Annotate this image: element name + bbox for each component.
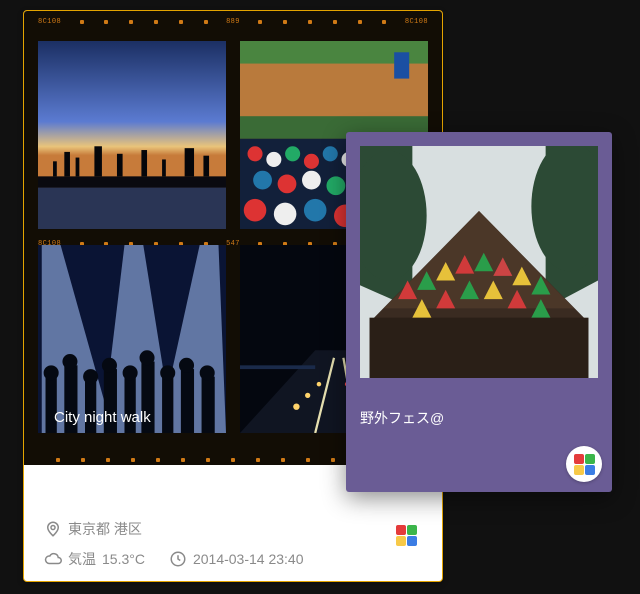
festival-tent-photo (360, 146, 598, 378)
sunset-skyline-photo (38, 41, 226, 229)
film-mark: 8C108 (38, 18, 61, 26)
datetime-label: 2014-03-14 23:40 (193, 551, 304, 567)
clock-icon (169, 550, 187, 568)
overlay-card-caption: 野外フェス@ (360, 408, 598, 428)
weather-value: 15.3°C (102, 551, 145, 567)
weather-label: 気温 (68, 549, 96, 569)
film-mark: 8C108 (405, 18, 428, 26)
overlay-photo-card[interactable]: 野外フェス@ (346, 132, 612, 492)
location-label: 東京都 港区 (68, 519, 142, 539)
film-edge-top: 8C108 889 8C108 (24, 11, 442, 33)
brand-icon[interactable] (566, 446, 602, 482)
cloud-icon (44, 550, 62, 568)
pin-icon (44, 520, 62, 538)
film-mark: 889 (226, 18, 240, 26)
brand-icon[interactable] (388, 517, 424, 553)
concert-crowd-photo (38, 245, 226, 433)
main-card-caption: City night walk (54, 409, 151, 426)
photo-thumb[interactable] (38, 41, 226, 229)
film-mark: 547 (226, 240, 240, 248)
photo-thumb[interactable] (38, 245, 226, 433)
overlay-photo (360, 146, 598, 378)
meta-bar: 東京都 港区 気温 15.3°C 2014-03-14 23:40 (24, 503, 442, 581)
